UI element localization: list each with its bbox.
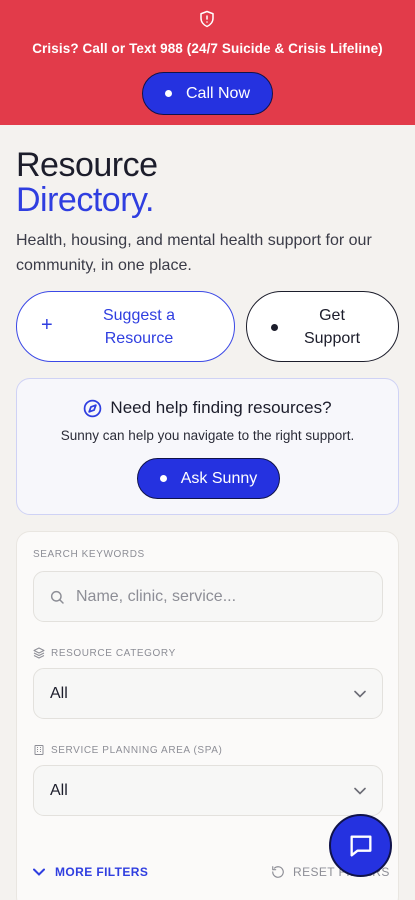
chevron-down-icon <box>354 787 366 795</box>
chat-button[interactable] <box>329 814 392 877</box>
more-filters-button[interactable]: MORE FILTERS <box>33 865 148 879</box>
dot-icon <box>271 324 278 331</box>
compass-icon <box>84 399 102 417</box>
search-icon <box>50 590 64 604</box>
spa-select[interactable]: All <box>33 765 383 816</box>
suggest-resource-button[interactable]: + Suggest a Resource <box>16 291 235 362</box>
shield-alert-icon <box>200 10 214 28</box>
resource-category-label: RESOURCE CATEGORY <box>51 647 176 659</box>
layers-icon <box>33 647 45 659</box>
dot-icon <box>159 475 167 482</box>
search-keywords-label: SEARCH KEYWORDS <box>33 549 145 560</box>
help-card: Need help finding resources? Sunny can h… <box>16 378 399 515</box>
ask-sunny-label: Ask Sunny <box>180 469 258 487</box>
resource-category-value: All <box>50 685 68 702</box>
help-description: Sunny can help you navigate to the right… <box>60 428 355 443</box>
page-title-line1: Resource <box>16 146 158 184</box>
plus-icon: + <box>41 314 53 336</box>
ask-sunny-button[interactable]: Ask Sunny <box>137 458 280 499</box>
search-box[interactable] <box>33 571 383 622</box>
dot-icon <box>164 90 172 97</box>
more-filters-label: MORE FILTERS <box>55 865 149 879</box>
help-heading-row: Need help finding resources? <box>17 398 398 418</box>
suggest-resource-label: Suggest a Resource <box>102 307 176 347</box>
chevron-down-icon <box>33 868 45 876</box>
spa-label: SERVICE PLANNING AREA (SPA) <box>51 744 223 756</box>
resource-category-select[interactable]: All <box>33 668 383 719</box>
get-support-label: Get Support <box>303 307 361 347</box>
call-now-button[interactable]: Call Now <box>142 72 273 115</box>
crisis-banner: Crisis? Call or Text 988 (24/7 Suicide &… <box>0 0 415 125</box>
spa-value: All <box>50 782 68 799</box>
resource-category-label-row: RESOURCE CATEGORY <box>33 647 176 659</box>
search-input[interactable] <box>76 572 376 621</box>
page-subtitle: Health, housing, and mental health suppo… <box>16 232 372 274</box>
spa-label-row: SERVICE PLANNING AREA (SPA) <box>33 744 222 756</box>
chevron-down-icon <box>354 690 366 698</box>
get-support-button[interactable]: Get Support <box>246 291 399 362</box>
building-icon <box>34 745 44 755</box>
reset-icon <box>272 866 284 878</box>
help-heading: Need help finding resources? <box>110 398 332 417</box>
crisis-text: Crisis? Call or Text 988 (24/7 Suicide &… <box>32 41 383 56</box>
call-now-label: Call Now <box>185 84 250 102</box>
chat-bubble-icon <box>350 835 371 856</box>
page-title-line2: Directory. <box>16 181 154 219</box>
